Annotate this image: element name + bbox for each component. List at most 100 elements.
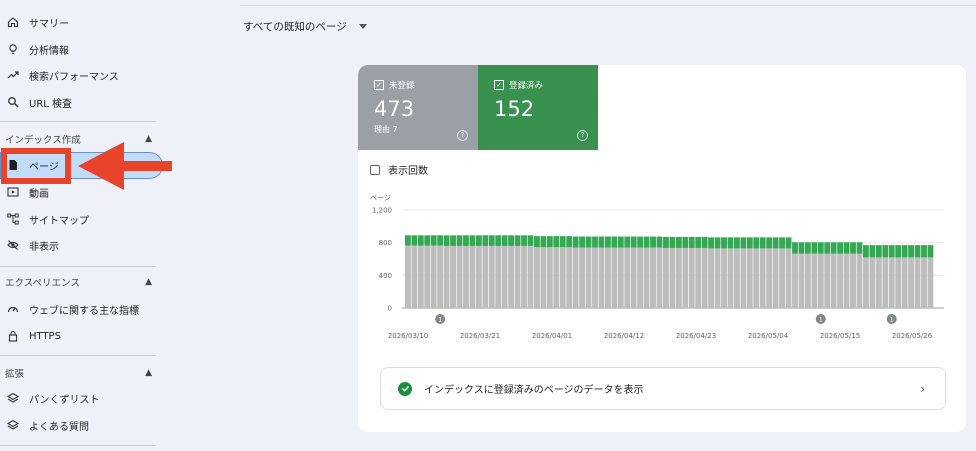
impressions-toggle[interactable]: 表示回数 bbox=[370, 162, 428, 177]
bar-not-indexed bbox=[908, 257, 915, 308]
bar-indexed bbox=[592, 236, 598, 248]
layers-icon bbox=[7, 392, 19, 404]
section-enhancements-header[interactable]: 拡張 ▲ bbox=[0, 363, 160, 383]
sidebar-item-label: URL 検査 bbox=[29, 98, 73, 110]
bar-indexed bbox=[643, 236, 650, 248]
home-icon bbox=[7, 16, 19, 28]
bar-not-indexed bbox=[695, 247, 702, 308]
indexed-tile[interactable]: ✓ 登録済み 152 ? bbox=[478, 65, 598, 150]
page-filter-dropdown[interactable]: すべての既知のページ bbox=[243, 19, 367, 34]
bar-not-indexed bbox=[746, 248, 753, 308]
y-axis-label: ページ bbox=[370, 194, 391, 202]
bar-indexed bbox=[553, 236, 560, 248]
sidebar-item-performance[interactable]: 検索パフォーマンス bbox=[0, 63, 160, 87]
bar-not-indexed bbox=[405, 245, 411, 308]
not-indexed-tile[interactable]: ✓ 未登録 473 理由 7 ? bbox=[358, 65, 478, 150]
bar-indexed bbox=[417, 235, 424, 246]
sidebar-item-https[interactable]: HTTPS bbox=[0, 324, 160, 348]
divider bbox=[0, 266, 156, 267]
bar-not-indexed bbox=[553, 247, 560, 308]
bar-not-indexed bbox=[650, 247, 656, 308]
x-tick-label: 2026/03/10 bbox=[388, 332, 428, 340]
bar-indexed bbox=[482, 235, 489, 246]
help-icon[interactable]: ? bbox=[577, 130, 588, 141]
bar-not-indexed bbox=[663, 247, 669, 308]
bar-indexed bbox=[437, 235, 444, 246]
checkbox-checked-icon[interactable]: ✓ bbox=[494, 80, 504, 90]
sidebar-item-summary[interactable]: サマリー bbox=[0, 10, 160, 34]
bar-not-indexed bbox=[611, 247, 618, 308]
bar-indexed bbox=[456, 235, 463, 246]
bar-indexed bbox=[663, 236, 669, 248]
pages-chart: ページ 0 400 800 1,200 1 1 1 2026/03/10 2026/03/21 20… bbox=[370, 194, 944, 340]
bar-indexed bbox=[895, 245, 902, 258]
tile-label: 未登録 bbox=[389, 81, 415, 91]
bar-not-indexed bbox=[927, 257, 934, 308]
bar-indexed bbox=[927, 245, 934, 258]
divider bbox=[0, 445, 156, 446]
help-icon[interactable]: ? bbox=[457, 130, 468, 141]
bar-indexed bbox=[598, 236, 605, 248]
sidebar-item-core-web-vitals[interactable]: ウェブに関する主な指標 bbox=[0, 297, 160, 321]
sidebar-item-label: サイトマップ bbox=[29, 215, 89, 227]
bar-not-indexed bbox=[830, 253, 837, 308]
index-report-card: ✓ 未登録 473 理由 7 ? ✓ 登録済み 152 ? 表示回数 ページ 0 400… bbox=[358, 65, 966, 432]
chevron-right-icon: › bbox=[920, 381, 925, 396]
bar-indexed bbox=[579, 236, 585, 248]
bar-indexed bbox=[882, 245, 889, 258]
bar-indexed bbox=[443, 235, 450, 246]
impressions-label: 表示回数 bbox=[388, 166, 428, 177]
eye-off-icon bbox=[7, 239, 19, 251]
bar-indexed bbox=[740, 237, 747, 249]
bar-not-indexed bbox=[914, 257, 921, 308]
bar-not-indexed bbox=[843, 253, 850, 308]
layers-icon bbox=[7, 419, 19, 431]
annotation-label: 1 bbox=[819, 316, 823, 324]
bar-not-indexed bbox=[901, 257, 908, 308]
bar-indexed bbox=[611, 236, 618, 248]
bar-not-indexed bbox=[837, 253, 844, 308]
bar-indexed bbox=[488, 235, 495, 246]
bar-not-indexed bbox=[572, 247, 579, 308]
bar-not-indexed bbox=[798, 253, 805, 308]
bar-indexed bbox=[514, 235, 521, 246]
bar-not-indexed bbox=[424, 245, 431, 308]
bar-indexed bbox=[727, 237, 734, 249]
tile-label: 登録済み bbox=[509, 81, 544, 91]
sidebar-item-label: HTTPS bbox=[29, 330, 61, 342]
search-icon bbox=[7, 96, 19, 108]
sidebar-item-url-inspection[interactable]: URL 検査 bbox=[0, 90, 160, 114]
bar-indexed bbox=[546, 236, 553, 248]
bar-not-indexed bbox=[701, 247, 708, 308]
bar-not-indexed bbox=[624, 247, 631, 308]
checkbox-checked-icon[interactable]: ✓ bbox=[374, 80, 384, 90]
link-label: インデックスに登録済みのページのデータを表示 bbox=[424, 385, 644, 396]
sidebar-item-breadcrumbs[interactable]: パンくずリスト bbox=[0, 386, 160, 410]
bar-indexed bbox=[469, 235, 476, 246]
sidebar-item-removals[interactable]: 非表示 bbox=[0, 233, 160, 257]
lock-icon bbox=[7, 330, 19, 342]
annotation-arrow-icon bbox=[78, 142, 172, 190]
bar-not-indexed bbox=[617, 247, 624, 308]
checkbox-unchecked-icon[interactable] bbox=[370, 164, 380, 175]
bar-not-indexed bbox=[475, 245, 482, 308]
bar-indexed bbox=[669, 236, 676, 248]
x-tick-label: 2026/03/21 bbox=[460, 332, 500, 340]
tile-value: 152 bbox=[494, 97, 535, 121]
sitemap-icon bbox=[7, 213, 19, 225]
section-experience-header[interactable]: エクスペリエンス ▲ bbox=[0, 272, 160, 292]
annotation-label: 1 bbox=[438, 316, 442, 324]
dropdown-arrow-icon bbox=[358, 24, 367, 29]
lightbulb-icon bbox=[7, 43, 19, 55]
bar-indexed bbox=[630, 236, 637, 248]
bar-not-indexed bbox=[882, 257, 889, 308]
view-indexed-pages-link[interactable]: インデックスに登録済みのページのデータを表示 › bbox=[380, 367, 946, 410]
bar-not-indexed bbox=[824, 253, 831, 308]
sidebar-item-insights[interactable]: 分析情報 bbox=[0, 37, 160, 61]
sidebar-item-faq[interactable]: よくある質問 bbox=[0, 413, 160, 437]
bar-indexed bbox=[508, 235, 515, 246]
bar-not-indexed bbox=[714, 248, 721, 308]
sidebar-item-sitemaps[interactable]: サイトマップ bbox=[0, 207, 160, 231]
x-tick-label: 2026/04/01 bbox=[532, 332, 572, 340]
bar-not-indexed bbox=[456, 245, 463, 308]
